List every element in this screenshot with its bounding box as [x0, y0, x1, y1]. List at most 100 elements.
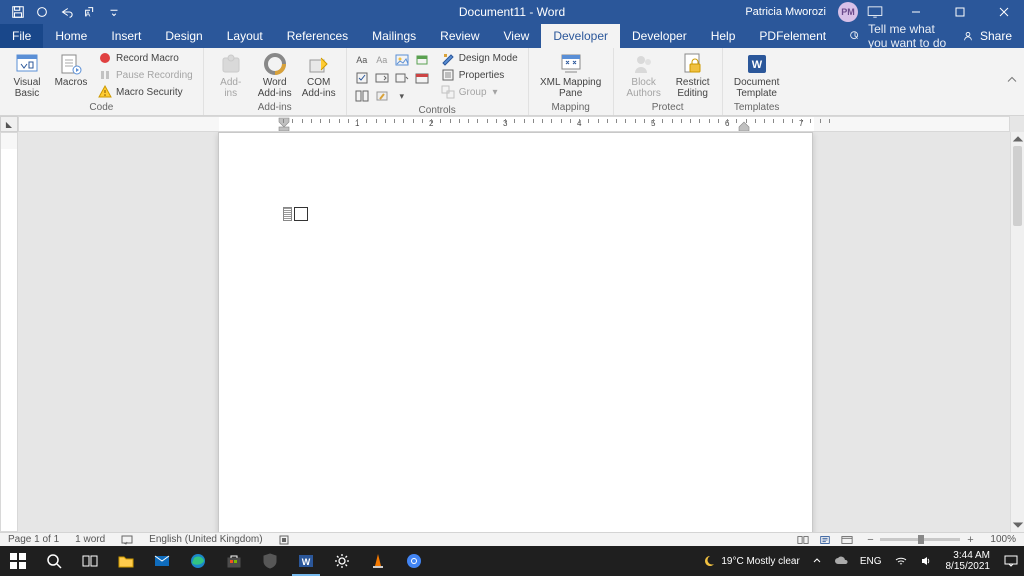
display-options-icon[interactable]	[862, 1, 888, 23]
document-page[interactable]	[218, 132, 813, 532]
building-block-control-icon[interactable]	[413, 52, 431, 68]
dropdown-control-icon[interactable]	[393, 70, 411, 86]
word-count-status[interactable]: 1 word	[67, 533, 113, 546]
group-protect-label: Protect	[620, 101, 716, 115]
group-addins-label: Add-ins	[210, 101, 340, 115]
warning-icon	[98, 85, 112, 99]
store-icon[interactable]	[216, 546, 252, 576]
web-layout-view-icon[interactable]	[836, 533, 858, 546]
left-indent-marker[interactable]	[279, 118, 289, 131]
tab-mailings-5[interactable]: Mailings	[360, 24, 428, 48]
scroll-down-icon[interactable]	[1011, 518, 1024, 532]
settings-taskbar-icon[interactable]	[324, 546, 360, 576]
tab-help-10[interactable]: Help	[699, 24, 748, 48]
search-icon[interactable]	[36, 546, 72, 576]
onedrive-tray-icon[interactable]	[828, 546, 854, 576]
xml-mapping-button[interactable]: XML Mapping Pane	[535, 50, 607, 99]
spellcheck-status[interactable]	[113, 533, 141, 546]
minimize-button[interactable]	[896, 0, 936, 24]
ruler-corner[interactable]: ◣	[0, 116, 18, 132]
macros-button[interactable]: Macros	[50, 50, 92, 88]
plain-text-control-icon[interactable]: Aa	[373, 52, 391, 68]
horizontal-ruler[interactable]: 1234567	[18, 116, 1010, 132]
zoom-slider[interactable]: − +	[858, 534, 982, 546]
user-name[interactable]: Patricia Mworozi	[745, 6, 828, 18]
checkbox-control-icon[interactable]	[353, 70, 371, 86]
vertical-ruler[interactable]	[0, 132, 18, 532]
zoom-track[interactable]	[880, 538, 960, 541]
tab-layout-3[interactable]: Layout	[215, 24, 275, 48]
tab-file[interactable]: File	[0, 24, 43, 48]
group-addins: Add- ins Word Add-ins COM Add-ins Add-in…	[204, 48, 347, 115]
tab-view-7[interactable]: View	[492, 24, 542, 48]
share-button[interactable]: Share	[950, 24, 1024, 48]
chrome-icon[interactable]	[396, 546, 432, 576]
checkbox-content-control[interactable]	[283, 207, 308, 221]
tab-insert-1[interactable]: Insert	[99, 24, 153, 48]
language-status[interactable]: English (United Kingdom)	[141, 533, 270, 546]
document-template-button[interactable]: W Document Template	[729, 50, 785, 99]
zoom-in-button[interactable]: +	[964, 534, 976, 546]
checkbox-box[interactable]	[294, 207, 308, 221]
tab-home-0[interactable]: Home	[43, 24, 99, 48]
tab-design-2[interactable]: Design	[153, 24, 214, 48]
word-taskbar-icon[interactable]: W	[288, 546, 324, 576]
undo-icon[interactable]	[56, 2, 76, 22]
wifi-tray-icon[interactable]	[888, 546, 914, 576]
notifications-tray-icon[interactable]	[998, 546, 1024, 576]
start-button[interactable]	[0, 546, 36, 576]
tray-overflow-icon[interactable]	[806, 546, 828, 576]
legacy-tools-dropdown-icon[interactable]: ▾	[393, 88, 411, 104]
scroll-up-icon[interactable]	[1011, 132, 1024, 146]
tab-references-4[interactable]: References	[275, 24, 360, 48]
collapse-ribbon-icon[interactable]	[1006, 74, 1018, 89]
save-icon[interactable]	[8, 2, 28, 22]
legacy-tools-icon[interactable]	[373, 88, 391, 104]
date-control-icon[interactable]	[413, 70, 431, 86]
redo-style-icon[interactable]: A	[80, 2, 100, 22]
page-number-status[interactable]: Page 1 of 1	[0, 533, 67, 546]
macro-status-icon[interactable]	[271, 533, 297, 546]
qat-more-icon[interactable]	[104, 2, 124, 22]
file-explorer-icon[interactable]	[108, 546, 144, 576]
design-mode-button[interactable]: Design Mode	[437, 50, 522, 66]
com-addins-button[interactable]: COM Add-ins	[298, 50, 340, 99]
tell-me-search[interactable]: Tell me what you want to do	[848, 24, 950, 48]
control-handle-icon[interactable]	[283, 207, 292, 221]
properties-button[interactable]: Properties	[437, 67, 522, 83]
close-button[interactable]	[984, 0, 1024, 24]
record-macro-button[interactable]: Record Macro	[94, 50, 197, 66]
language-tray[interactable]: ENG	[854, 546, 888, 576]
visual-basic-button[interactable]: Visual Basic	[6, 50, 48, 99]
scroll-thumb[interactable]	[1013, 146, 1022, 226]
task-view-icon[interactable]	[72, 546, 108, 576]
vertical-scrollbar[interactable]	[1010, 132, 1024, 532]
clock-tray[interactable]: 3:44 AM8/15/2021	[938, 550, 999, 572]
edge-icon[interactable]	[180, 546, 216, 576]
tab-pdfelement-11[interactable]: PDFelement	[747, 24, 838, 48]
mail-icon[interactable]	[144, 546, 180, 576]
volume-tray-icon[interactable]	[914, 546, 938, 576]
autosave-icon[interactable]	[32, 2, 52, 22]
rich-text-control-icon[interactable]: Aa	[353, 52, 371, 68]
macro-security-button[interactable]: Macro Security	[94, 84, 197, 100]
maximize-button[interactable]	[940, 0, 980, 24]
print-layout-view-icon[interactable]	[814, 533, 836, 546]
restrict-editing-button[interactable]: Restrict Editing	[670, 50, 716, 99]
tab-developer-8[interactable]: Developer	[541, 24, 620, 48]
read-mode-view-icon[interactable]	[792, 533, 814, 546]
repeating-control-icon[interactable]	[353, 88, 371, 104]
picture-control-icon[interactable]	[393, 52, 411, 68]
weather-tray[interactable]: 19°C Mostly clear	[697, 546, 805, 576]
word-addins-button[interactable]: Word Add-ins	[254, 50, 296, 99]
user-avatar[interactable]: PM	[838, 2, 858, 22]
zoom-out-button[interactable]: −	[864, 534, 876, 546]
zoom-thumb[interactable]	[918, 535, 924, 544]
security-icon[interactable]	[252, 546, 288, 576]
zoom-percent[interactable]: 100%	[982, 533, 1024, 546]
vlc-icon[interactable]	[360, 546, 396, 576]
combo-control-icon[interactable]	[373, 70, 391, 86]
tab-review-6[interactable]: Review	[428, 24, 491, 48]
tab-developer-9[interactable]: Developer	[620, 24, 699, 48]
right-indent-marker[interactable]	[739, 118, 749, 131]
